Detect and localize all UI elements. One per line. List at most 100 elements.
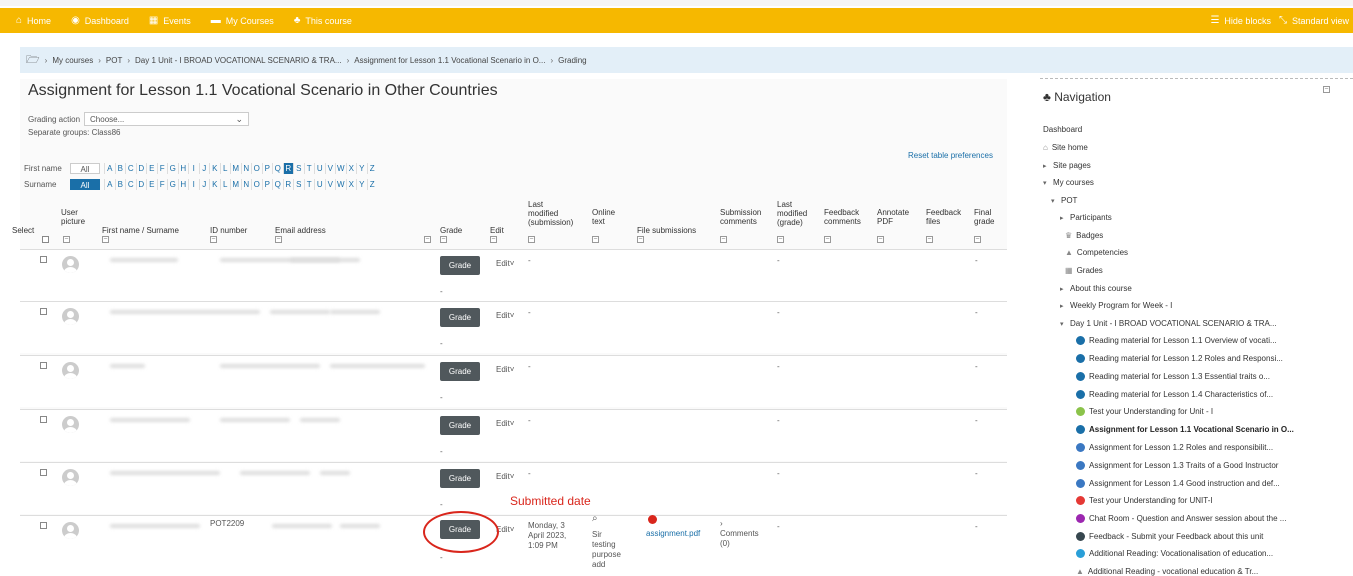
surname-letter-u[interactable]: U (314, 178, 325, 190)
collapse-column-button[interactable]: – (102, 236, 109, 243)
surname-all[interactable]: All (70, 178, 100, 190)
nav-item[interactable]: Assignment for Lesson 1.1 Vocational Sce… (1076, 425, 1294, 434)
nav-item[interactable]: Additional Reading: Vocationalisation of… (1076, 549, 1273, 558)
collapse-column-button[interactable]: – (824, 236, 831, 243)
row-checkbox[interactable] (40, 416, 47, 423)
first-name-letter-j[interactable]: J (198, 162, 210, 174)
nav-item[interactable]: ▸ Site pages (1043, 161, 1091, 170)
col-grade[interactable]: Grade (440, 226, 462, 235)
collapse-column-button[interactable]: – (275, 236, 282, 243)
nav-item[interactable]: ▾ POT (1051, 196, 1077, 205)
surname-letter-s[interactable]: S (293, 178, 304, 190)
nav-item[interactable]: ♛ Badges (1065, 231, 1103, 240)
first-name-letter-z[interactable]: Z (366, 162, 378, 174)
col-feedback-files[interactable]: Feedback files (926, 208, 961, 226)
surname-letter-q[interactable]: Q (272, 178, 283, 190)
nav-item[interactable]: Feedback - Submit your Feedback about th… (1076, 532, 1263, 541)
surname-letter-m[interactable]: M (230, 178, 241, 190)
row-checkbox[interactable] (40, 469, 47, 476)
first-name-letter-r[interactable]: R (282, 162, 293, 174)
expand-icon[interactable]: › (720, 519, 723, 529)
nav-item[interactable]: Chat Room - Question and Answer session … (1076, 514, 1286, 523)
nav-item[interactable]: Reading material for Lesson 1.3 Essentia… (1076, 372, 1270, 381)
nav-my-courses[interactable]: ▬ My Courses (211, 15, 274, 26)
nav-item[interactable]: ⌂ Site home (1043, 143, 1088, 152)
first-name-letter-w[interactable]: W (335, 162, 346, 174)
surname-letter-t[interactable]: T (303, 178, 315, 190)
surname-letter-n[interactable]: N (240, 178, 252, 190)
nav-item[interactable]: Assignment for Lesson 1.2 Roles and resp… (1076, 443, 1273, 452)
breadcrumb-pot[interactable]: POT (106, 56, 122, 65)
first-name-letter-e[interactable]: E (146, 162, 157, 174)
col-annotate-pdf[interactable]: Annotate PDF (877, 208, 909, 226)
first-name-letter-n[interactable]: N (240, 162, 252, 174)
col-submission-comments[interactable]: Submission comments (720, 208, 761, 226)
edit-menu[interactable]: Edit˅ (496, 472, 514, 481)
breadcrumb-assignment[interactable]: Assignment for Lesson 1.1 Vocational Sce… (354, 56, 545, 65)
grade-button[interactable]: Grade (440, 256, 480, 275)
nav-item[interactable]: Reading material for Lesson 1.2 Roles an… (1076, 354, 1283, 363)
edit-menu[interactable]: Edit˅ (496, 259, 514, 268)
first-name-letter-b[interactable]: B (114, 162, 126, 174)
comments-link[interactable]: Comments (0) (720, 529, 759, 549)
first-name-letter-t[interactable]: T (303, 162, 315, 174)
collapse-column-button[interactable]: – (440, 236, 447, 243)
nav-item[interactable]: ▸ About this course (1060, 284, 1132, 293)
grade-button[interactable]: Grade (440, 362, 480, 381)
row-checkbox[interactable] (40, 522, 47, 529)
grade-button[interactable]: Grade (440, 308, 480, 327)
breadcrumb-my-courses[interactable]: My courses (52, 56, 93, 65)
surname-letter-c[interactable]: C (125, 178, 136, 190)
surname-letter-g[interactable]: G (167, 178, 178, 190)
first-name-letter-o[interactable]: O (251, 162, 262, 174)
surname-letter-j[interactable]: J (198, 178, 210, 190)
row-checkbox[interactable] (40, 362, 47, 369)
surname-letter-i[interactable]: I (188, 178, 199, 190)
collapse-column-button[interactable]: – (424, 236, 431, 243)
nav-item[interactable]: ▲ Competencies (1065, 248, 1128, 257)
nav-this-course[interactable]: ♣ This course (294, 15, 352, 26)
first-name-letter-f[interactable]: F (156, 162, 168, 174)
edit-menu[interactable]: Edit˅ (496, 365, 514, 374)
surname-letter-a[interactable]: A (104, 178, 115, 190)
collapse-column-button[interactable]: – (720, 236, 727, 243)
first-name-all[interactable]: All (70, 162, 100, 174)
surname-letter-d[interactable]: D (135, 178, 147, 190)
col-final-grade[interactable]: Final grade (974, 208, 994, 226)
breadcrumb-grading[interactable]: Grading (558, 56, 586, 65)
search-icon[interactable]: ⌕ (592, 514, 598, 524)
nav-item[interactable]: ▸ Participants (1060, 213, 1112, 222)
grade-button[interactable]: Grade (440, 416, 480, 435)
col-last-modified-grade[interactable]: Last modified (grade) (777, 200, 807, 227)
collapse-block-button[interactable]: – (1323, 86, 1330, 93)
first-name-letter-q[interactable]: Q (272, 162, 283, 174)
nav-item[interactable]: Assignment for Lesson 1.3 Traits of a Go… (1076, 461, 1278, 470)
surname-letter-w[interactable]: W (335, 178, 346, 190)
col-name[interactable]: First name / Surname (102, 226, 179, 235)
collapse-column-button[interactable]: – (926, 236, 933, 243)
first-name-letter-a[interactable]: A (104, 162, 115, 174)
first-name-letter-h[interactable]: H (177, 162, 189, 174)
surname-letter-l[interactable]: L (219, 178, 231, 190)
first-name-letter-p[interactable]: P (261, 162, 273, 174)
col-feedback-comments[interactable]: Feedback comments (824, 208, 861, 226)
file-link[interactable]: assignment.pdf (646, 529, 700, 539)
row-checkbox[interactable] (40, 256, 47, 263)
first-name-letter-l[interactable]: L (219, 162, 231, 174)
col-online-text[interactable]: Online text (592, 208, 615, 226)
first-name-letter-g[interactable]: G (167, 162, 178, 174)
nav-item[interactable]: Test your Understanding for UNIT-I (1076, 496, 1213, 505)
grade-button[interactable]: Grade (440, 469, 480, 488)
nav-home[interactable]: ⌂ Home (16, 15, 51, 26)
col-file-submissions[interactable]: File submissions (637, 226, 696, 235)
nav-item[interactable]: ▾ Day 1 Unit - I BROAD VOCATIONAL SCENARI… (1060, 319, 1277, 328)
nav-dashboard[interactable]: ◉ Dashboard (71, 15, 129, 26)
collapse-column-button[interactable]: – (777, 236, 784, 243)
collapse-column-button[interactable]: – (592, 236, 599, 243)
first-name-letter-s[interactable]: S (293, 162, 304, 174)
surname-letter-x[interactable]: X (345, 178, 357, 190)
nav-item[interactable]: ▦ Grades (1065, 266, 1103, 275)
hide-blocks-button[interactable]: ☰ Hide blocks (1210, 15, 1271, 26)
nav-item[interactable]: ▸ Weekly Program for Week - I (1060, 301, 1172, 310)
surname-letter-v[interactable]: V (324, 178, 336, 190)
